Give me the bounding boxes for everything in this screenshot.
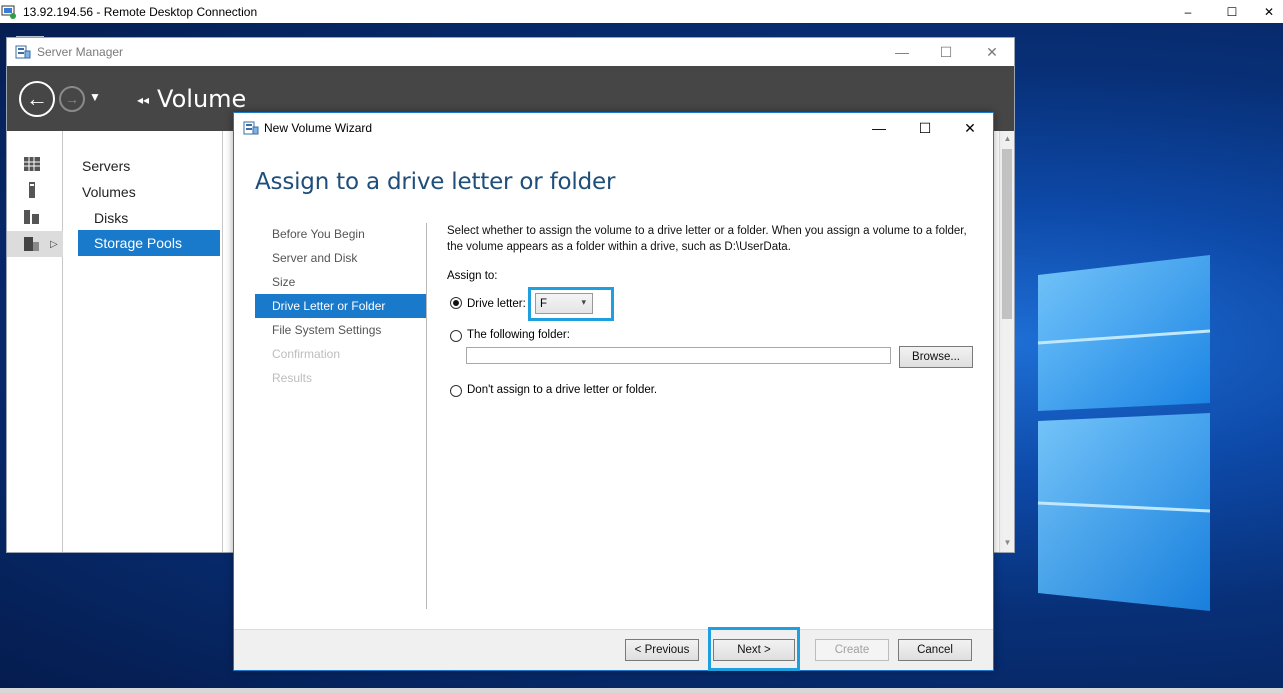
folder-label[interactable]: The following folder: [467,329,570,341]
drive-letter-radio[interactable] [450,297,462,309]
drive-letter-label[interactable]: Drive letter: [467,298,526,310]
wizard-maximize-button[interactable]: ☐ [902,113,948,143]
wizard-app-icon [243,121,259,135]
wizard-steps-list: Before You Begin Server and Disk Size Dr… [255,222,426,390]
rdc-title-bar: 13.92.194.56 - Remote Desktop Connection… [0,0,1283,23]
rdc-horizontal-scrollbar[interactable] [0,688,1283,693]
browse-button[interactable]: Browse... [899,346,973,368]
step-confirmation: Confirmation [272,347,341,361]
breadcrumb: ◂◂ Volume [137,85,246,113]
previous-button[interactable]: < Previous [625,639,699,661]
forward-arrow-icon[interactable]: → [59,86,85,112]
steps-divider [426,223,427,609]
sm-icon-rail: ▷ [7,131,63,552]
rdc-maximize-button[interactable]: ☐ [1209,0,1255,23]
next-button-highlight [708,627,800,671]
nav-disks[interactable]: Disks [94,210,128,226]
step-before-you-begin[interactable]: Before You Begin [255,222,426,246]
chevron-down-icon[interactable]: ▼ [89,90,101,104]
wizard-content: Select whether to assign the volume to a… [447,223,977,397]
nav-storage-pools[interactable]: Storage Pools [78,230,220,256]
step-file-system-settings[interactable]: File System Settings [255,318,426,342]
nav-servers[interactable]: Servers [82,158,130,174]
all-servers-icon[interactable] [7,205,63,227]
sm-nav-pane: Servers Volumes Disks Storage Pools [63,131,223,552]
no-assign-label[interactable]: Don't assign to a drive letter or folder… [467,384,657,396]
scroll-up-icon[interactable]: ▲ [1000,131,1015,146]
step-size[interactable]: Size [255,270,426,294]
back-arrow-icon[interactable]: ← [19,81,55,117]
expand-arrow-icon[interactable]: ▷ [50,239,58,250]
sm-minimize-button[interactable]: — [879,38,925,66]
assign-to-label: Assign to: [447,270,498,282]
step-server-and-disk[interactable]: Server and Disk [255,246,426,270]
scroll-down-icon[interactable]: ▼ [1000,535,1015,550]
rdc-close-button[interactable]: ✕ [1255,0,1283,23]
step-results: Results [272,371,313,385]
dashboard-icon[interactable] [7,153,63,175]
wizard-close-button[interactable]: ✕ [947,113,993,143]
windows-logo [1037,255,1211,611]
wizard-title: New Volume Wizard [264,121,373,135]
folder-path-input[interactable] [466,347,891,364]
cancel-button[interactable]: Cancel [898,639,972,661]
file-storage-services-icon[interactable]: ▷ [7,231,63,257]
folder-radio[interactable] [450,330,462,342]
create-button: Create [815,639,889,661]
local-server-icon[interactable] [7,179,63,201]
nav-volumes[interactable]: Volumes [82,184,136,200]
server-manager-title: Server Manager [37,45,124,59]
breadcrumb-arrow-icon: ◂◂ [137,93,150,107]
new-volume-wizard-window: New Volume Wizard — ☐ ✕ Assign to a driv… [233,112,994,671]
breadcrumb-volumes[interactable]: Volume [157,85,246,113]
step-drive-letter-or-folder[interactable]: Drive Letter or Folder [255,294,426,318]
rdc-title: 13.92.194.56 - Remote Desktop Connection [23,4,258,19]
remote-desktop-icon [1,5,16,19]
page-description: Select whether to assign the volume to a… [447,225,967,253]
sm-vertical-scrollbar[interactable]: ▲ ▼ [999,131,1014,552]
rdc-minimize-button[interactable]: – [1165,0,1211,23]
drive-letter-highlight [528,287,614,321]
sm-close-button[interactable]: ✕ [969,38,1015,66]
no-assign-radio[interactable] [450,385,462,397]
sm-maximize-button[interactable]: ☐ [923,38,969,66]
server-manager-title-bar: Server Manager [7,38,1014,66]
scroll-thumb[interactable] [1002,149,1012,319]
wizard-minimize-button[interactable]: — [856,113,902,143]
page-title: Assign to a drive letter or folder [255,169,616,195]
server-manager-icon [15,45,31,59]
